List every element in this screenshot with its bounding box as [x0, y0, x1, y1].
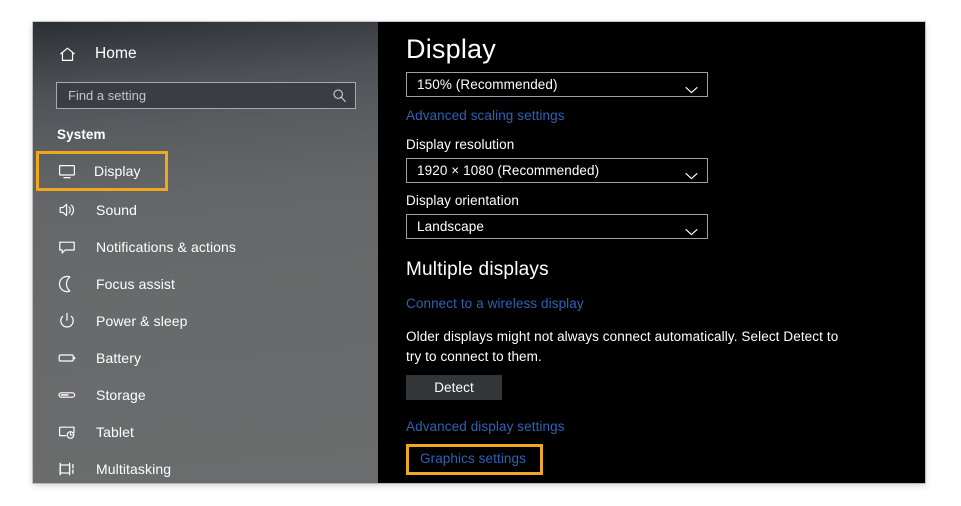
sidebar-item-battery[interactable]: Battery — [33, 339, 378, 376]
home-icon — [57, 44, 77, 64]
sidebar-item-power-sleep[interactable]: Power & sleep — [33, 302, 378, 339]
screenshot-root: Home System — [0, 0, 961, 506]
sidebar-home-label: Home — [95, 45, 137, 63]
search-icon[interactable] — [332, 88, 347, 103]
battery-icon — [57, 348, 77, 368]
orientation-dropdown[interactable]: Landscape — [406, 214, 708, 239]
sidebar-item-multitasking-label: Multitasking — [96, 461, 171, 477]
sidebar-item-focus-assist[interactable]: Focus assist — [33, 265, 378, 302]
display-settings-panel: Display 150% (Recommended) Advanced scal… — [378, 22, 925, 483]
resolution-dropdown[interactable]: 1920 × 1080 (Recommended) — [406, 158, 708, 183]
sidebar-item-tablet[interactable]: Tablet — [33, 413, 378, 450]
advanced-scaling-settings-link[interactable]: Advanced scaling settings — [406, 108, 565, 123]
sidebar-item-multitasking[interactable]: Multitasking — [33, 450, 378, 483]
sidebar-nav-list: Display Sound — [33, 151, 378, 483]
multitasking-icon — [57, 459, 77, 479]
sidebar-item-notifications[interactable]: Notifications & actions — [33, 228, 378, 265]
sidebar-item-notifications-label: Notifications & actions — [96, 239, 236, 255]
graphics-settings-link[interactable]: Graphics settings — [420, 451, 526, 466]
search-box[interactable] — [56, 82, 356, 109]
sidebar-item-power-sleep-label: Power & sleep — [96, 313, 188, 329]
power-icon — [57, 311, 77, 331]
moon-icon — [57, 274, 77, 294]
multiple-displays-heading: Multiple displays — [406, 259, 925, 281]
sidebar-item-tablet-label: Tablet — [96, 424, 134, 440]
chevron-down-icon — [685, 223, 698, 231]
sidebar-item-sound[interactable]: Sound — [33, 191, 378, 228]
chevron-down-icon — [685, 167, 698, 175]
scale-dropdown-value: 150% (Recommended) — [417, 77, 558, 92]
orientation-label: Display orientation — [406, 193, 925, 208]
detect-button[interactable]: Detect — [406, 375, 502, 400]
graphics-settings-highlight[interactable]: Graphics settings — [406, 444, 543, 475]
sidebar-item-storage[interactable]: Storage — [33, 376, 378, 413]
resolution-label: Display resolution — [406, 137, 925, 152]
sidebar-item-display-label: Display — [94, 163, 141, 179]
wireless-display-link[interactable]: Connect to a wireless display — [406, 296, 584, 311]
sidebar-item-display[interactable]: Display — [36, 151, 168, 191]
page-title: Display — [406, 36, 925, 63]
search-input[interactable] — [68, 88, 332, 103]
resolution-dropdown-value: 1920 × 1080 (Recommended) — [417, 163, 599, 178]
settings-sidebar: Home System — [33, 22, 378, 483]
sidebar-item-home[interactable]: Home — [33, 36, 378, 72]
sidebar-item-sound-label: Sound — [96, 202, 137, 218]
sidebar-item-focus-assist-label: Focus assist — [96, 276, 175, 292]
settings-window: Home System — [33, 22, 925, 483]
notification-icon — [57, 237, 77, 257]
chevron-down-icon — [685, 81, 698, 89]
sidebar-item-battery-label: Battery — [96, 350, 141, 366]
sidebar-item-storage-label: Storage — [96, 387, 146, 403]
monitor-icon — [57, 161, 77, 181]
tablet-icon — [57, 422, 77, 442]
sidebar-section-title: System — [33, 127, 378, 142]
speaker-icon — [57, 200, 77, 220]
advanced-display-settings-link[interactable]: Advanced display settings — [406, 419, 565, 434]
orientation-dropdown-value: Landscape — [417, 219, 484, 234]
storage-icon — [57, 385, 77, 405]
detect-description: Older displays might not always connect … — [406, 327, 846, 367]
scale-dropdown[interactable]: 150% (Recommended) — [406, 72, 708, 97]
